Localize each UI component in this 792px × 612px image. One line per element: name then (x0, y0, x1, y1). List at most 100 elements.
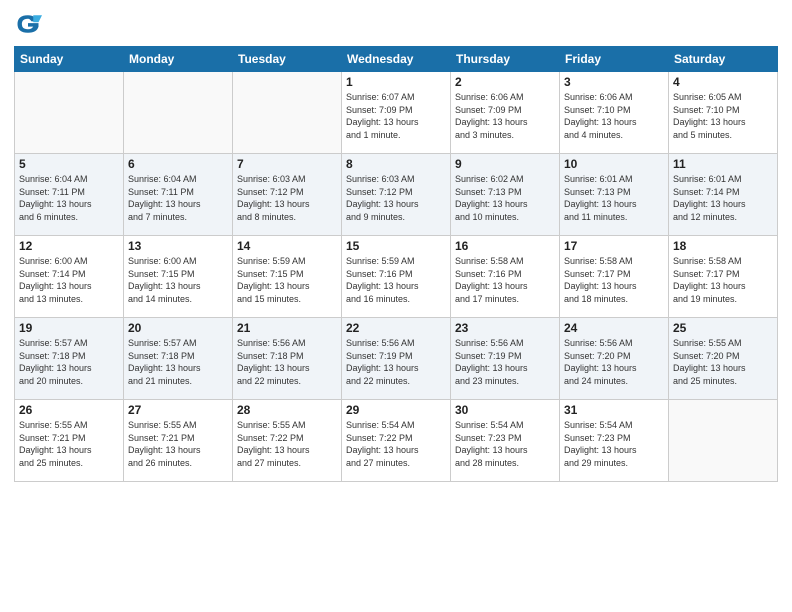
day-number: 5 (19, 157, 119, 171)
day-info: Sunrise: 6:06 AM Sunset: 7:09 PM Dayligh… (455, 91, 555, 141)
day-info: Sunrise: 5:58 AM Sunset: 7:17 PM Dayligh… (673, 255, 773, 305)
day-info: Sunrise: 6:04 AM Sunset: 7:11 PM Dayligh… (128, 173, 228, 223)
calendar-body: 1 Sunrise: 6:07 AM Sunset: 7:09 PM Daylig… (15, 72, 778, 482)
calendar-cell: 30Sunrise: 5:54 AM Sunset: 7:23 PM Dayli… (451, 400, 560, 482)
calendar-week-row: 12 Sunrise: 6:00 AM Sunset: 7:14 PM Dayli… (15, 236, 778, 318)
calendar-cell: 5Sunrise: 6:04 AM Sunset: 7:11 PM Daylig… (15, 154, 124, 236)
day-info: Sunrise: 6:05 AM Sunset: 7:10 PM Dayligh… (673, 91, 773, 141)
day-info: Sunrise: 5:58 AM Sunset: 7:17 PM Dayligh… (564, 255, 664, 305)
day-number: 2 (455, 75, 555, 89)
day-number: 1 (346, 75, 446, 89)
calendar-cell: 31Sunrise: 5:54 AM Sunset: 7:23 PM Dayli… (560, 400, 669, 482)
day-info: Sunrise: 6:01 AM Sunset: 7:14 PM Dayligh… (673, 173, 773, 223)
day-info: Sunrise: 5:55 AM Sunset: 7:21 PM Dayligh… (19, 419, 119, 469)
day-info: Sunrise: 6:00 AM Sunset: 7:15 PM Dayligh… (128, 255, 228, 305)
calendar-header: SundayMondayTuesdayWednesdayThursdayFrid… (15, 47, 778, 72)
calendar-cell: 29Sunrise: 5:54 AM Sunset: 7:22 PM Dayli… (342, 400, 451, 482)
calendar-cell: 24 Sunrise: 5:56 AM Sunset: 7:20 PM Dayli… (560, 318, 669, 400)
calendar-cell: 10Sunrise: 6:01 AM Sunset: 7:13 PM Dayli… (560, 154, 669, 236)
day-number: 22 (346, 321, 446, 335)
calendar-cell (124, 72, 233, 154)
day-info: Sunrise: 6:03 AM Sunset: 7:12 PM Dayligh… (237, 173, 337, 223)
day-number: 20 (128, 321, 228, 335)
calendar-cell: 18 Sunrise: 5:58 AM Sunset: 7:17 PM Dayli… (669, 236, 778, 318)
day-number: 27 (128, 403, 228, 417)
calendar-week-row: 19 Sunrise: 5:57 AM Sunset: 7:18 PM Dayli… (15, 318, 778, 400)
calendar-cell: 15Sunrise: 5:59 AM Sunset: 7:16 PM Dayli… (342, 236, 451, 318)
day-info: Sunrise: 5:55 AM Sunset: 7:22 PM Dayligh… (237, 419, 337, 469)
day-info: Sunrise: 5:58 AM Sunset: 7:16 PM Dayligh… (455, 255, 555, 305)
day-number: 10 (564, 157, 664, 171)
day-number: 17 (564, 239, 664, 253)
calendar-cell: 8 Sunrise: 6:03 AM Sunset: 7:12 PM Daylig… (342, 154, 451, 236)
calendar-cell (669, 400, 778, 482)
calendar-cell: 16 Sunrise: 5:58 AM Sunset: 7:16 PM Dayli… (451, 236, 560, 318)
calendar-cell: 4 Sunrise: 6:05 AM Sunset: 7:10 PM Daylig… (669, 72, 778, 154)
calendar-table: SundayMondayTuesdayWednesdayThursdayFrid… (14, 46, 778, 482)
calendar-cell: 2 Sunrise: 6:06 AM Sunset: 7:09 PM Daylig… (451, 72, 560, 154)
calendar-week-row: 5 Sunrise: 6:04 AM Sunset: 7:11 PM Daylig… (15, 154, 778, 236)
weekday-header: Wednesday (342, 47, 451, 72)
day-info: Sunrise: 5:56 AM Sunset: 7:20 PM Dayligh… (564, 337, 664, 387)
calendar-cell: 6 Sunrise: 6:04 AM Sunset: 7:11 PM Daylig… (124, 154, 233, 236)
day-number: 26 (19, 403, 119, 417)
calendar-cell: 22 Sunrise: 5:56 AM Sunset: 7:19 PM Dayli… (342, 318, 451, 400)
day-number: 4 (673, 75, 773, 89)
weekday-header: Tuesday (233, 47, 342, 72)
day-info: Sunrise: 5:56 AM Sunset: 7:18 PM Dayligh… (237, 337, 337, 387)
weekday-header: Friday (560, 47, 669, 72)
day-info: Sunrise: 6:00 AM Sunset: 7:14 PM Dayligh… (19, 255, 119, 305)
day-info: Sunrise: 5:55 AM Sunset: 7:20 PM Dayligh… (673, 337, 773, 387)
day-number: 16 (455, 239, 555, 253)
day-info: Sunrise: 6:02 AM Sunset: 7:13 PM Dayligh… (455, 173, 555, 223)
day-number: 3 (564, 75, 664, 89)
weekday-header: Sunday (15, 47, 124, 72)
day-number: 19 (19, 321, 119, 335)
day-number: 21 (237, 321, 337, 335)
calendar-cell (233, 72, 342, 154)
day-number: 6 (128, 157, 228, 171)
day-number: 18 (673, 239, 773, 253)
calendar-cell: 28 Sunrise: 5:55 AM Sunset: 7:22 PM Dayli… (233, 400, 342, 482)
day-info: Sunrise: 6:03 AM Sunset: 7:12 PM Dayligh… (346, 173, 446, 223)
day-number: 23 (455, 321, 555, 335)
calendar-week-row: 26 Sunrise: 5:55 AM Sunset: 7:21 PM Dayli… (15, 400, 778, 482)
day-number: 7 (237, 157, 337, 171)
weekday-header: Monday (124, 47, 233, 72)
day-info: Sunrise: 5:59 AM Sunset: 7:15 PM Dayligh… (237, 255, 337, 305)
day-number: 12 (19, 239, 119, 253)
day-info: Sunrise: 5:57 AM Sunset: 7:18 PM Dayligh… (128, 337, 228, 387)
day-number: 15 (346, 239, 446, 253)
weekday-header: Saturday (669, 47, 778, 72)
day-info: Sunrise: 6:06 AM Sunset: 7:10 PM Dayligh… (564, 91, 664, 141)
calendar-cell: 17 Sunrise: 5:58 AM Sunset: 7:17 PM Dayli… (560, 236, 669, 318)
day-number: 13 (128, 239, 228, 253)
calendar-cell: 13 Sunrise: 6:00 AM Sunset: 7:15 PM Dayli… (124, 236, 233, 318)
calendar-cell: 20 Sunrise: 5:57 AM Sunset: 7:18 PM Dayli… (124, 318, 233, 400)
day-number: 8 (346, 157, 446, 171)
day-number: 24 (564, 321, 664, 335)
weekday-row: SundayMondayTuesdayWednesdayThursdayFrid… (15, 47, 778, 72)
day-number: 25 (673, 321, 773, 335)
calendar-cell: 19Sunrise: 5:57 AM Sunset: 7:18 PM Dayli… (15, 318, 124, 400)
day-info: Sunrise: 5:56 AM Sunset: 7:19 PM Dayligh… (455, 337, 555, 387)
calendar-cell: 14 Sunrise: 5:59 AM Sunset: 7:15 PM Dayli… (233, 236, 342, 318)
day-info: Sunrise: 5:55 AM Sunset: 7:21 PM Dayligh… (128, 419, 228, 469)
day-number: 31 (564, 403, 664, 417)
day-info: Sunrise: 5:56 AM Sunset: 7:19 PM Dayligh… (346, 337, 446, 387)
calendar-cell (15, 72, 124, 154)
day-info: Sunrise: 6:07 AM Sunset: 7:09 PM Dayligh… (346, 91, 446, 141)
day-info: Sunrise: 5:54 AM Sunset: 7:22 PM Dayligh… (346, 419, 446, 469)
weekday-header: Thursday (451, 47, 560, 72)
header (14, 10, 778, 38)
page-container: SundayMondayTuesdayWednesdayThursdayFrid… (0, 0, 792, 488)
logo (14, 10, 46, 38)
calendar-cell: 11Sunrise: 6:01 AM Sunset: 7:14 PM Dayli… (669, 154, 778, 236)
calendar-cell: 7 Sunrise: 6:03 AM Sunset: 7:12 PM Daylig… (233, 154, 342, 236)
day-number: 14 (237, 239, 337, 253)
day-number: 28 (237, 403, 337, 417)
calendar-week-row: 1 Sunrise: 6:07 AM Sunset: 7:09 PM Daylig… (15, 72, 778, 154)
calendar-cell: 21 Sunrise: 5:56 AM Sunset: 7:18 PM Dayli… (233, 318, 342, 400)
day-number: 9 (455, 157, 555, 171)
calendar-cell: 25 Sunrise: 5:55 AM Sunset: 7:20 PM Dayli… (669, 318, 778, 400)
